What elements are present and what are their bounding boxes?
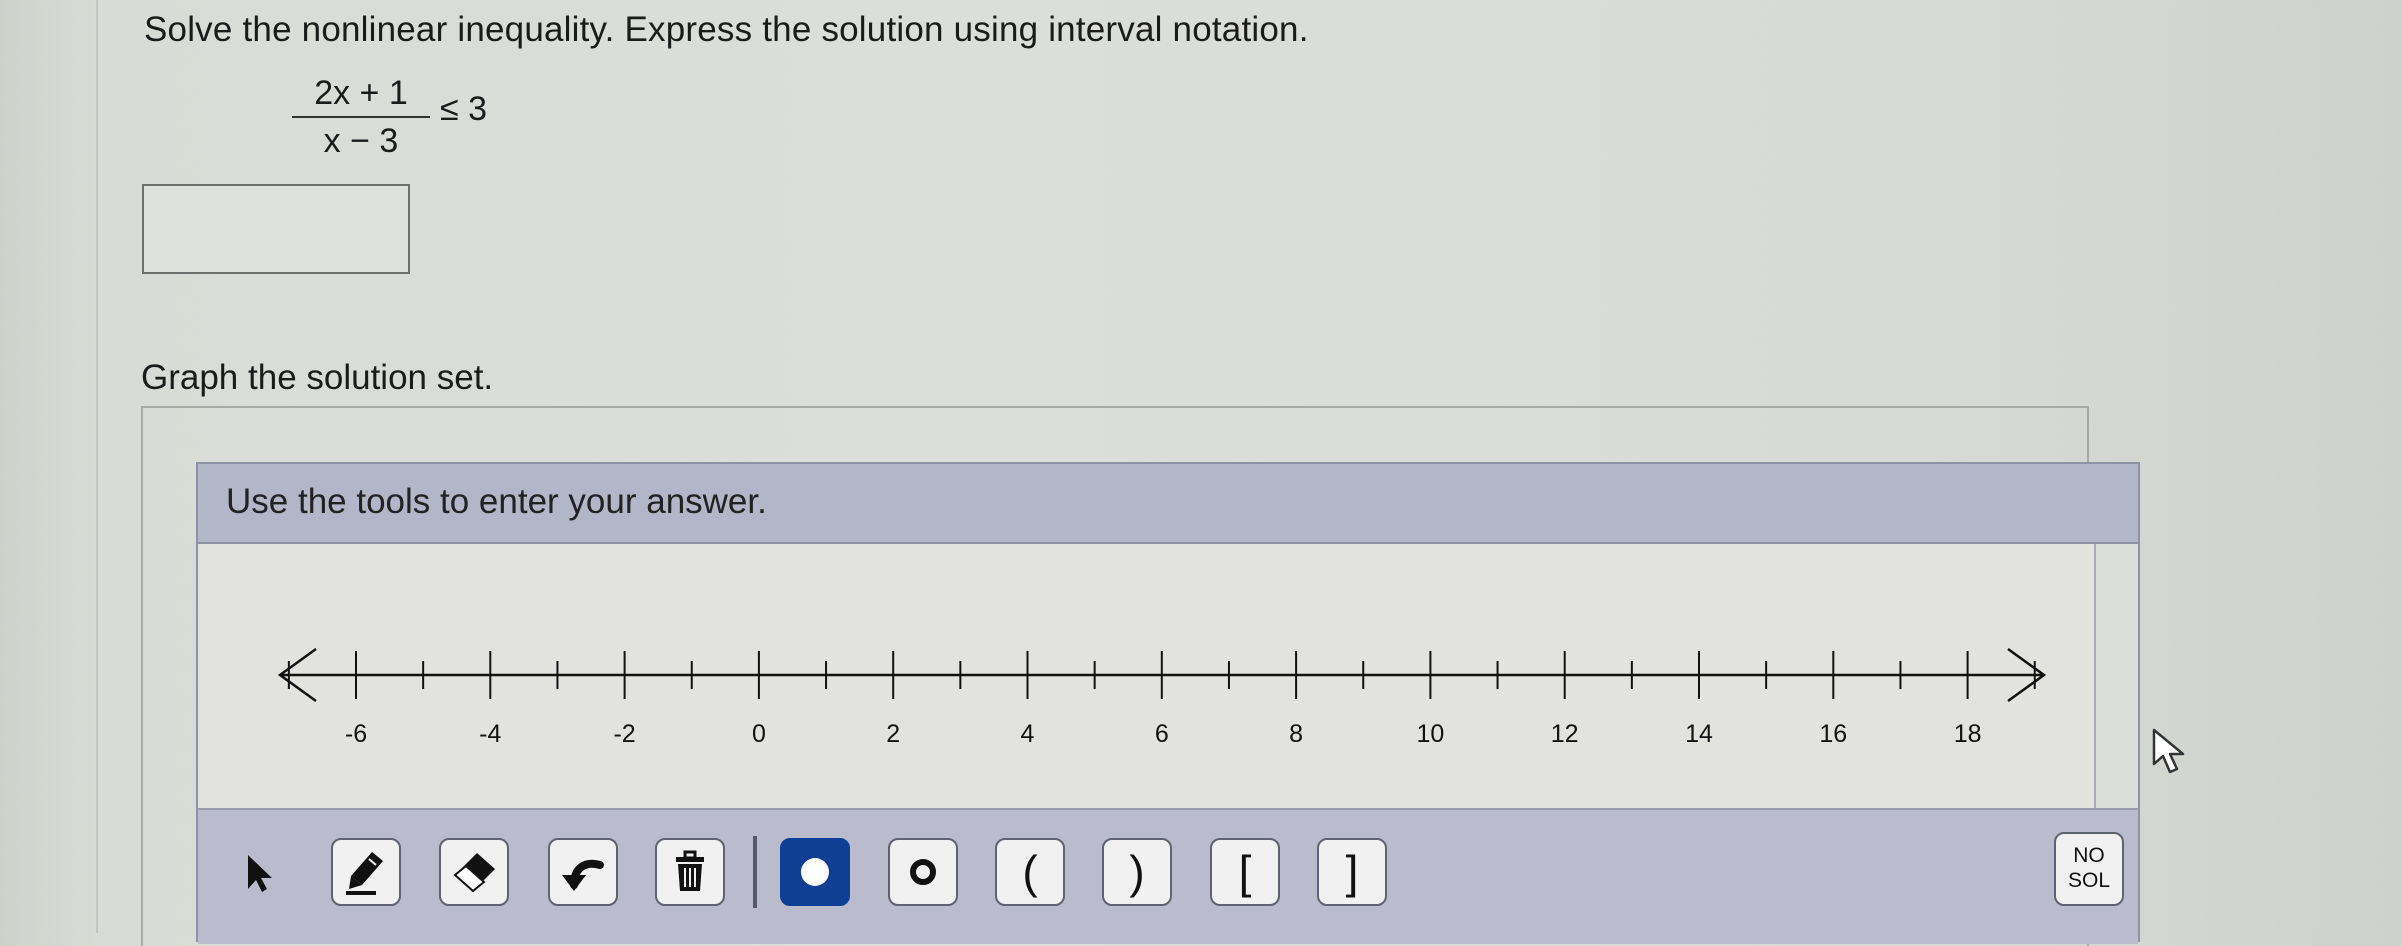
right-bracket-icon: ] <box>1345 846 1359 898</box>
left-paren-tool-button[interactable]: ( <box>995 838 1065 906</box>
pencil-icon <box>346 852 383 895</box>
tool-panel-header: Use the tools to enter your answer. <box>198 464 2138 544</box>
graph-heading: Graph the solution set. <box>141 358 494 397</box>
tick-label: 2 <box>886 720 900 748</box>
no-solution-label-line1: NO <box>2073 844 2105 867</box>
tick-label: -2 <box>613 720 635 748</box>
pointer-tool-button[interactable] <box>222 838 292 906</box>
pencil-tool-button[interactable] <box>331 838 401 906</box>
inequality-fraction: 2x + 1 x − 3 <box>292 72 430 162</box>
right-bracket-tool-button[interactable]: ] <box>1317 838 1387 906</box>
undo-icon <box>562 859 604 891</box>
closed-dot-tool-button[interactable] <box>780 838 850 906</box>
toolbar-separator <box>753 836 757 908</box>
tick-label: 10 <box>1416 720 1444 748</box>
tick-label: 14 <box>1685 720 1713 748</box>
trash-icon <box>676 850 704 891</box>
fraction-bar <box>292 116 430 118</box>
tick-label: 6 <box>1155 720 1169 748</box>
left-bracket-tool-button[interactable]: [ <box>1210 838 1280 906</box>
tick-label: 0 <box>752 720 766 748</box>
undo-tool-button[interactable] <box>548 838 618 906</box>
graph-toolbar: ( ) [ ] NO SOL <box>198 808 2138 944</box>
graphing-tool-panel: Use the tools to enter your answer. -6 -4… <box>196 462 2140 944</box>
tick-label: 18 <box>1954 720 1982 748</box>
eraser-icon <box>453 853 495 893</box>
tool-panel-instructions: Use the tools to enter your answer. <box>226 482 767 521</box>
no-solution-label-line2: SOL <box>2067 869 2111 892</box>
number-line[interactable]: -6 -4 -2 0 2 4 6 8 10 12 14 16 18 <box>198 544 2094 808</box>
fraction-denominator: x − 3 <box>323 122 399 160</box>
tick-label: 12 <box>1551 720 1579 748</box>
left-paren-icon: ( <box>1022 846 1038 898</box>
mouse-cursor-icon <box>2152 728 2185 774</box>
closed-dot-icon <box>801 858 829 886</box>
fraction-numerator: 2x + 1 <box>314 74 408 112</box>
interval-answer-input[interactable] <box>142 184 410 274</box>
right-paren-icon: ) <box>1129 846 1145 898</box>
no-solution-button[interactable]: NO SOL <box>2054 832 2124 906</box>
number-line-area[interactable]: -6 -4 -2 0 2 4 6 8 10 12 14 16 18 <box>198 544 2096 808</box>
tick-label: 4 <box>1021 720 1035 748</box>
page-left-edge <box>96 0 98 933</box>
trash-tool-button[interactable] <box>655 838 725 906</box>
open-dot-tool-button[interactable] <box>888 838 958 906</box>
tick-label: -4 <box>479 720 501 748</box>
eraser-tool-button[interactable] <box>439 838 509 906</box>
tick-label: 16 <box>1819 720 1847 748</box>
tick-label: 8 <box>1289 720 1303 748</box>
pointer-icon <box>248 855 272 892</box>
tick-label: -6 <box>345 720 367 748</box>
open-dot-icon <box>910 859 936 885</box>
inequality-relation: ≤ 3 <box>440 90 488 128</box>
left-bracket-icon: [ <box>1238 846 1252 898</box>
right-paren-tool-button[interactable]: ) <box>1102 838 1172 906</box>
question-prompt: Solve the nonlinear inequality. Express … <box>144 10 1309 49</box>
